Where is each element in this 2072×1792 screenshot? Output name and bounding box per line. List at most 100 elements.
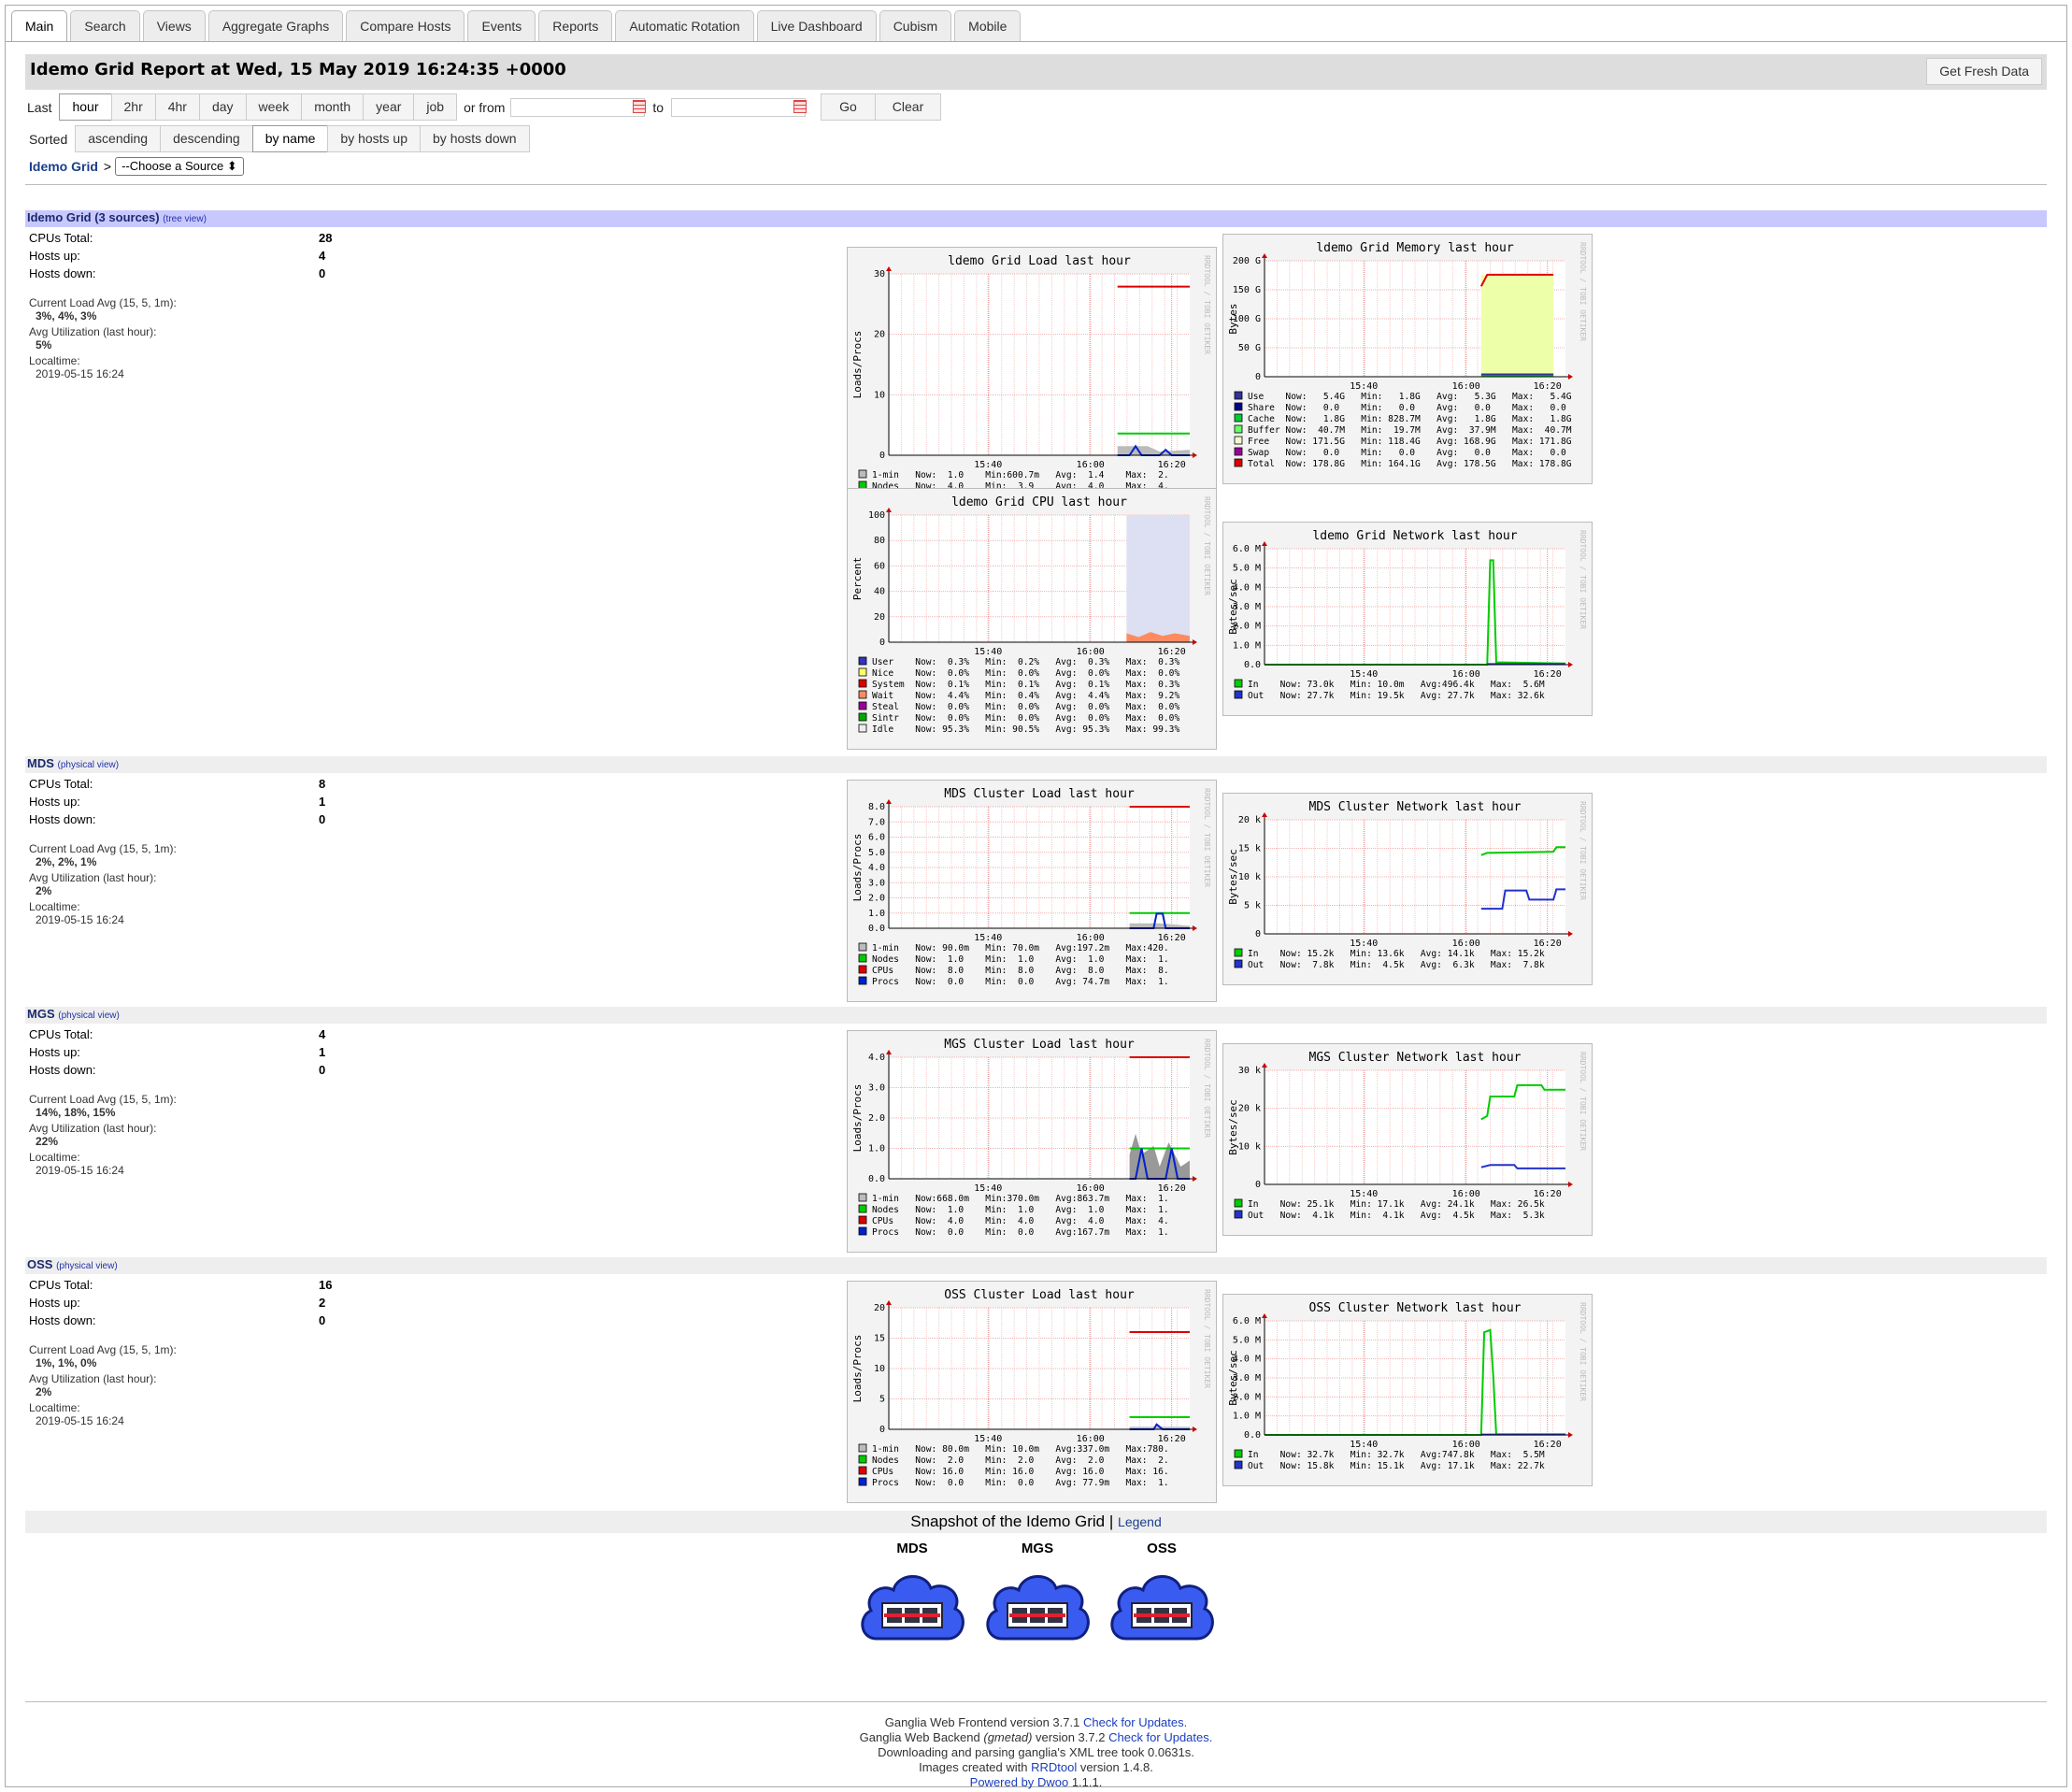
- tab-search[interactable]: Search: [70, 10, 140, 42]
- y-tick-label: 7.0: [868, 817, 885, 827]
- range-hour-button[interactable]: hour: [59, 93, 112, 121]
- legend-entry: Share Now: 0.0 Min: 0.0 Avg: 0.0 Max: 0.…: [1248, 403, 1566, 413]
- graph-mgs-cluster-network-last-hour[interactable]: MGS Cluster Network last hour 30 k 20 k 10 …: [1222, 1043, 1593, 1236]
- range-week-button[interactable]: week: [245, 93, 303, 121]
- x-tick-label: 16:20: [1534, 669, 1562, 680]
- tab-mobile[interactable]: Mobile: [954, 10, 1022, 42]
- y-tick-label: 20 k: [1238, 1104, 1261, 1114]
- tab-views[interactable]: Views: [142, 10, 206, 42]
- tab-live-dashboard[interactable]: Live Dashboard: [756, 10, 877, 42]
- tab-main[interactable]: Main: [11, 10, 68, 42]
- y-tick-label: 5.0 M: [1233, 1335, 1261, 1345]
- y-tick-label: 80: [874, 536, 885, 546]
- rrdtool-watermark: RRDTOOL / TOBI OETIKER: [1203, 1039, 1211, 1138]
- section-title[interactable]: MDS: [27, 756, 54, 770]
- mgs-stats: CPUs Total: 4 Hosts up: 1 Hosts down: 0 Cur…: [29, 1027, 347, 1177]
- section-title[interactable]: MGS: [27, 1007, 55, 1021]
- physical-view-link[interactable]: (physical view): [58, 760, 120, 770]
- from-date-input[interactable]: [510, 97, 647, 117]
- tab-compare-hosts[interactable]: Compare Hosts: [346, 10, 465, 42]
- physical-view-link[interactable]: (physical view): [56, 1261, 118, 1271]
- legend-link[interactable]: Legend: [1118, 1514, 1162, 1529]
- sorted-label: Sorted: [29, 131, 68, 147]
- x-tick-label: 15:40: [974, 1183, 1002, 1194]
- legend-swatch: [858, 976, 867, 985]
- powered-by-label[interactable]: Powered by: [970, 1775, 1035, 1789]
- graph-ldemo-grid-cpu-last-hour[interactable]: ldemo Grid CPU last hour 100 80 60 40 20 0 15:4…: [847, 488, 1217, 750]
- utilization-label: Avg Utilization (last hour):: [29, 871, 157, 884]
- graph-ldemo-grid-load-last-hour[interactable]: ldemo Grid Load last hour 30 20 10 0 15:40 16:…: [847, 247, 1217, 529]
- x-tick-label: 15:40: [974, 933, 1002, 943]
- graph-mds-cluster-load-last-hour[interactable]: MDS Cluster Load last hour 8.0 7.0 6.0 5.0 4.…: [847, 780, 1217, 1002]
- to-date-input[interactable]: [671, 97, 807, 117]
- snapshot-header: Snapshot of the Idemo Grid | Legend: [25, 1511, 2047, 1533]
- go-button[interactable]: Go: [821, 93, 876, 121]
- breadcrumb-separator: >: [103, 159, 112, 174]
- legend-swatch: [858, 679, 867, 688]
- sort-descending-button[interactable]: descending: [160, 125, 253, 152]
- rrdtool-link[interactable]: RRDtool: [1031, 1760, 1077, 1774]
- legend-entry: In Now: 25.1k Min: 17.1k Avg: 24.1k Max:…: [1248, 1199, 1545, 1210]
- range-month-button[interactable]: month: [301, 93, 364, 121]
- utilization-value: 2%: [36, 1385, 52, 1398]
- clear-button[interactable]: Clear: [874, 93, 942, 121]
- rrdtool-watermark: RRDTOOL / TOBI OETIKER: [1203, 255, 1211, 354]
- y-tick-label: 15 k: [1238, 844, 1261, 854]
- sort-by-name-button[interactable]: by name: [251, 125, 329, 152]
- frontend-check-updates-link[interactable]: Check for Updates.: [1083, 1715, 1187, 1729]
- legend-entry: CPUs Now: 16.0 Min: 16.0 Avg: 16.0 Max: …: [872, 1467, 1169, 1477]
- utilization-value: 5%: [36, 338, 52, 351]
- x-tick-label: 15:40: [1350, 669, 1378, 680]
- legend-swatch: [1234, 413, 1243, 423]
- localtime-value: 2019-05-15 16:24: [36, 913, 124, 926]
- tab-cubism[interactable]: Cubism: [879, 10, 952, 42]
- section-title[interactable]: OSS: [27, 1257, 52, 1271]
- graph-mds-cluster-network-last-hour[interactable]: MDS Cluster Network last hour 20 k 15 k 10 …: [1222, 793, 1593, 985]
- get-fresh-data-button[interactable]: Get Fresh Data: [1926, 58, 2042, 85]
- legend-entry: Swap Now: 0.0 Min: 0.0 Avg: 0.0 Max: 0.0: [1248, 448, 1566, 458]
- physical-view-link[interactable]: (physical view): [58, 1011, 120, 1021]
- tree-view-link[interactable]: (tree view): [163, 214, 207, 224]
- dwoo-link[interactable]: Dwoo: [1037, 1775, 1068, 1789]
- source-select[interactable]: --Choose a Source ⬍: [115, 157, 244, 176]
- cluster-mgs[interactable]: MGS: [981, 1541, 1093, 1651]
- tab-automatic-rotation[interactable]: Automatic Rotation: [615, 10, 754, 42]
- graph-title: MGS Cluster Network last hour: [1309, 1051, 1522, 1065]
- y-axis-label: Loads/Procs: [851, 331, 864, 399]
- sort-by-hosts-down-button[interactable]: by hosts down: [420, 125, 530, 152]
- backend-check-updates-link[interactable]: Check for Updates.: [1108, 1730, 1212, 1744]
- graph-canvas: MGS Cluster Load last hour 4.0 3.0 2.0 1.0 0.…: [851, 1038, 1211, 1238]
- breadcrumb-grid-link[interactable]: Idemo Grid: [29, 159, 98, 174]
- tab-aggregate-graphs[interactable]: Aggregate Graphs: [207, 10, 344, 42]
- range-4hr-button[interactable]: 4hr: [154, 93, 200, 121]
- x-tick-label: 15:40: [974, 460, 1002, 470]
- localtime-value: 2019-05-15 16:24: [36, 367, 124, 380]
- cluster-oss[interactable]: OSS: [1106, 1541, 1218, 1651]
- range-job-button[interactable]: job: [413, 93, 458, 121]
- graph-mgs-cluster-load-last-hour[interactable]: MGS Cluster Load last hour 4.0 3.0 2.0 1.0 0.…: [847, 1030, 1217, 1253]
- calendar-icon[interactable]: [793, 99, 807, 113]
- x-tick-label: 16:00: [1452, 1440, 1480, 1450]
- sort-ascending-button[interactable]: ascending: [75, 125, 162, 152]
- graph-ldemo-grid-network-last-hour[interactable]: ldemo Grid Network last hour 6.0 M 5.0 M 4.…: [1222, 522, 1593, 716]
- legend-entry: In Now: 15.2k Min: 13.6k Avg: 14.1k Max:…: [1248, 949, 1545, 959]
- tab-divider: [6, 41, 2066, 42]
- graph-ldemo-grid-memory-last-hour[interactable]: ldemo Grid Memory last hour 200 G 150 G 100…: [1222, 234, 1593, 484]
- to-label: to: [652, 99, 664, 115]
- graph-title: ldemo Grid Memory last hour: [1316, 241, 1513, 255]
- range-2hr-button[interactable]: 2hr: [110, 93, 156, 121]
- legend-entry: Procs Now: 0.0 Min: 0.0 Avg: 74.7m Max: …: [872, 977, 1169, 987]
- calendar-icon[interactable]: [633, 99, 647, 113]
- cluster-name: MDS: [896, 1541, 928, 1556]
- tab-events[interactable]: Events: [467, 10, 536, 42]
- legend-entry: Procs Now: 0.0 Min: 0.0 Avg: 77.9m Max: …: [872, 1478, 1169, 1488]
- range-year-button[interactable]: year: [363, 93, 415, 121]
- range-day-button[interactable]: day: [198, 93, 247, 121]
- sort-by-hosts-up-button[interactable]: by hosts up: [327, 125, 422, 152]
- tab-reports[interactable]: Reports: [538, 10, 613, 42]
- graph-oss-cluster-load-last-hour[interactable]: OSS Cluster Load last hour 20 15 10 5 0 15:40 1…: [847, 1281, 1217, 1503]
- graph-oss-cluster-network-last-hour[interactable]: OSS Cluster Network last hour 6.0 M 5.0 M4…: [1222, 1294, 1593, 1486]
- y-tick-label: 20: [874, 330, 885, 340]
- cluster-mds[interactable]: MDS: [856, 1541, 968, 1651]
- breadcrumb: Idemo Grid > --Choose a Source ⬍: [29, 157, 244, 176]
